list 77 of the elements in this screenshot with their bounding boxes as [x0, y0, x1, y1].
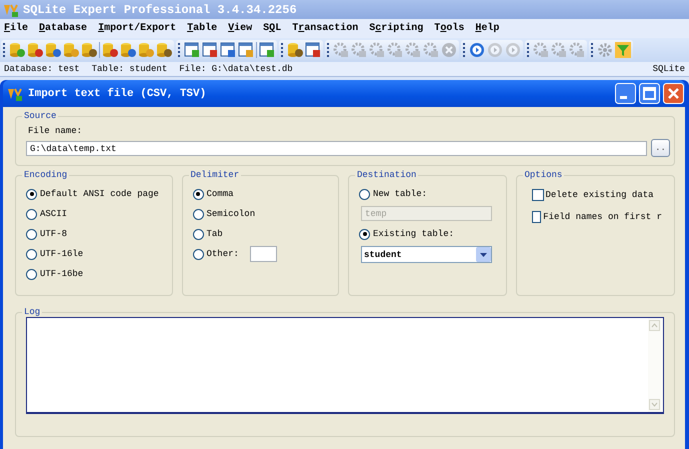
group-legend: Encoding — [22, 170, 70, 180]
group-legend: Log — [22, 307, 42, 317]
checkbox[interactable] — [532, 189, 544, 201]
log-text-area[interactable] — [26, 317, 664, 414]
grip-handle[interactable] — [463, 43, 465, 57]
database-icon[interactable] — [45, 42, 61, 58]
radio-label[interactable]: UTF-8 — [40, 229, 68, 239]
minimize-button[interactable] — [615, 83, 636, 104]
menu-item[interactable]: File — [4, 23, 28, 34]
table-icon[interactable] — [238, 42, 254, 58]
checkbox[interactable] — [532, 211, 542, 223]
checkbox-label[interactable]: Delete existing data — [546, 190, 654, 200]
other-delimiter-field[interactable] — [250, 246, 277, 262]
menu-item[interactable]: SQL — [263, 23, 282, 34]
group-legend: Source — [22, 111, 58, 121]
group-legend: Options — [522, 170, 564, 180]
table-status: Table: student — [92, 64, 168, 74]
dialog-title: Import text file (CSV, TSV) — [28, 88, 206, 100]
table-icon[interactable] — [305, 42, 321, 58]
menu-item[interactable]: Tools — [434, 23, 464, 34]
radio-label[interactable]: Default ANSI code page — [40, 189, 159, 199]
browse-button[interactable]: .. — [651, 139, 670, 157]
grip-handle[interactable] — [3, 43, 5, 57]
radio-label[interactable]: Comma — [206, 189, 234, 199]
table-icon[interactable] — [202, 42, 218, 58]
radio-button[interactable] — [192, 188, 204, 200]
radio-label[interactable]: Tab — [206, 229, 223, 239]
field-label: File name: — [28, 126, 84, 136]
grip-handle[interactable] — [178, 43, 180, 57]
app-title: SQLite Expert Professional 3.4.34.2256 — [23, 2, 297, 16]
group-legend: Destination — [355, 170, 418, 180]
maximize-button[interactable] — [639, 83, 660, 104]
radio-button[interactable] — [26, 268, 37, 280]
radio-label[interactable]: Semicolon — [206, 209, 256, 219]
radio-button[interactable] — [192, 228, 204, 240]
database-icon[interactable] — [27, 42, 43, 58]
menu-item[interactable]: Database — [39, 23, 88, 34]
radio-button[interactable] — [26, 228, 37, 240]
close-button[interactable] — [663, 83, 684, 104]
menu-item[interactable]: Table — [187, 23, 218, 34]
radio-label[interactable]: UTF-16be — [40, 269, 84, 279]
radio-button[interactable] — [26, 188, 37, 200]
database-icon[interactable] — [81, 42, 97, 58]
radio-button[interactable] — [26, 208, 37, 220]
database-status: Database: test — [4, 64, 80, 74]
table-icon[interactable] — [259, 42, 275, 58]
grip-handle[interactable] — [591, 43, 593, 57]
radio-label[interactable]: UTF-16le — [40, 249, 84, 259]
radio-button[interactable] — [359, 228, 370, 240]
database-icon[interactable] — [102, 42, 118, 58]
grip-handle[interactable] — [527, 43, 529, 57]
logo-icon — [7, 86, 23, 100]
table-dropdown[interactable]: student — [361, 246, 492, 263]
radio-button[interactable] — [192, 208, 204, 220]
menu-item[interactable]: Transaction — [292, 23, 358, 34]
engine-status: SQLite — [652, 64, 685, 74]
database-icon[interactable] — [287, 42, 303, 58]
group-legend: Delimiter — [188, 170, 242, 180]
radio-label[interactable]: ASCII — [40, 209, 68, 219]
table-icon[interactable] — [184, 42, 200, 58]
menu-item[interactable]: Help — [475, 23, 500, 34]
menu-item[interactable]: View — [228, 23, 252, 34]
grip-handle[interactable] — [281, 43, 283, 57]
file-status: File: G:\data\test.db — [179, 64, 293, 74]
database-icon[interactable] — [120, 42, 136, 58]
radio-button[interactable] — [192, 248, 204, 260]
radio-label[interactable]: Other: — [206, 249, 239, 259]
logo-icon — [3, 2, 19, 16]
checkbox-label[interactable]: Field names on first r — [543, 212, 662, 222]
file-name-field[interactable]: G:\data\temp.txt — [26, 140, 647, 156]
menu-item[interactable]: Import/Export — [98, 23, 176, 34]
menu-item[interactable]: Scripting — [369, 23, 424, 34]
radio-label[interactable]: Existing table: — [373, 229, 454, 239]
grip-handle[interactable] — [327, 43, 329, 57]
database-icon[interactable] — [156, 42, 172, 58]
table-icon[interactable] — [220, 42, 236, 58]
radio-button[interactable] — [26, 248, 37, 260]
